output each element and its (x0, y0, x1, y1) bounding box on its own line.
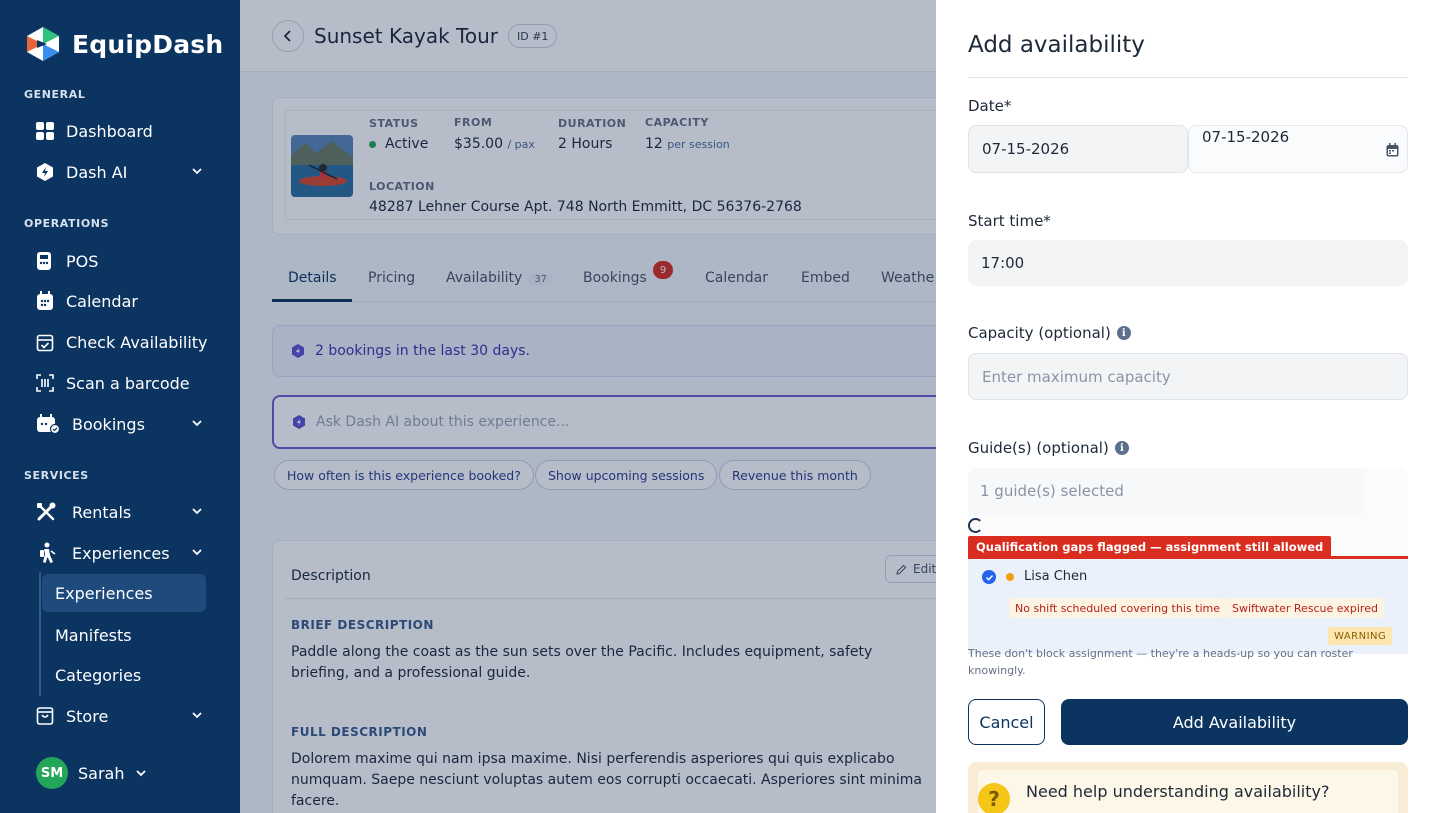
chevron-down-icon (192, 508, 202, 515)
loading-spinner-icon (968, 518, 983, 533)
nav-experiences[interactable]: Experiences (24, 535, 214, 571)
nav-dash-ai[interactable]: Dash AI (24, 154, 214, 190)
chevron-down-icon (192, 420, 202, 427)
start-time-label: Start time* (968, 212, 1051, 230)
date-label-text: Date* (968, 97, 1012, 115)
info-icon[interactable]: i (1114, 441, 1129, 455)
chevron-down-icon (192, 168, 202, 175)
user-menu[interactable]: SM Sarah (36, 757, 148, 789)
start-time-input[interactable]: 17:00 (968, 240, 1408, 286)
guides-label-text: Guide(s) (optional) (968, 439, 1109, 457)
guides-select: 1 guide(s) selected Qualification gaps f… (968, 468, 1408, 654)
calendar-check-icon (36, 331, 64, 353)
nav-rentals-label: Rentals (72, 502, 132, 522)
sub-nav-manifests[interactable]: Manifests (42, 616, 206, 654)
date-picker-value: 07-15-2026 (1202, 130, 1290, 144)
nav-calendar[interactable]: Calendar (24, 283, 214, 319)
hiker-icon (36, 542, 70, 564)
nav-bookings[interactable]: Bookings (24, 406, 214, 442)
gap-help-note: These don't block assignment — they're a… (968, 648, 1408, 682)
capacity-input[interactable]: Enter maximum capacity (968, 353, 1408, 400)
start-time-label-text: Start time* (968, 212, 1051, 230)
avatar: SM (36, 757, 68, 789)
user-name: Sarah (78, 763, 125, 783)
section-label-general: GENERAL (24, 88, 86, 101)
gap-help-line-1: These don't block assignment — they're a… (968, 648, 1353, 660)
brand-name: EquipDash (72, 29, 224, 59)
question-icon: ? (978, 783, 1010, 813)
barcode-scan-icon (36, 372, 64, 394)
warning-dot (1006, 573, 1014, 581)
guides-select-input[interactable]: 1 guide(s) selected (968, 468, 1363, 514)
brand[interactable]: EquipDash (24, 26, 223, 62)
sub-nav-categories[interactable]: Categories (42, 656, 206, 694)
capacity-label-text: Capacity (optional) (968, 324, 1111, 342)
panel-title: Add availability (968, 32, 1145, 58)
calendar-icon (36, 290, 64, 312)
checkbox-checked-icon[interactable] (982, 570, 996, 584)
help-card-title: Need help understanding availability? (1026, 782, 1330, 801)
equipdash-logo-icon (27, 27, 59, 61)
submenu-line (39, 572, 41, 696)
qualification-gap-banner: Qualification gaps flagged — assignment … (968, 536, 1332, 557)
panel-divider (968, 77, 1408, 78)
sidebar: EquipDash GENERAL Dashboard Dash AI OPER… (0, 0, 240, 813)
nav-dashboard[interactable]: Dashboard (24, 113, 214, 149)
nav-pos[interactable]: POS (24, 243, 214, 279)
add-availability-button[interactable]: Add Availability (1061, 699, 1408, 745)
gap-help-line-2: knowingly. (968, 664, 1026, 677)
guide-name: Lisa Chen (1024, 569, 1088, 584)
nav-pos-label: POS (66, 251, 99, 271)
gap-chip-no-shift: No shift scheduled covering this time (1009, 598, 1226, 618)
nav-check-availability[interactable]: Check Availability (24, 324, 214, 360)
warning-tag: WARNING (1328, 627, 1393, 645)
nav-dash-ai-label: Dash AI (66, 162, 128, 182)
add-availability-panel: Add availability Date* 07-15-2026 07-15-… (936, 0, 1440, 813)
calendar-icon[interactable] (1386, 143, 1399, 157)
tools-icon (36, 501, 70, 523)
shopping-bag-icon (36, 705, 64, 727)
section-label-operations: OPERATIONS (24, 217, 110, 230)
ai-hexagon-icon (36, 161, 64, 183)
nav-scan-barcode-label: Scan a barcode (66, 373, 190, 393)
chevron-down-icon (192, 712, 202, 719)
bookings-calendar-icon (36, 413, 70, 435)
nav-check-availability-label: Check Availability (66, 332, 208, 352)
nav-calendar-label: Calendar (66, 291, 138, 311)
nav-bookings-label: Bookings (72, 414, 145, 434)
nav-store-label: Store (66, 706, 109, 726)
pos-terminal-icon (36, 250, 64, 272)
section-label-services: SERVICES (24, 469, 89, 482)
sub-nav-experiences[interactable]: Experiences (42, 574, 206, 612)
cancel-button[interactable]: Cancel (968, 699, 1045, 745)
modal-backdrop[interactable] (240, 0, 936, 813)
date-input[interactable]: 07-15-2026 (968, 125, 1188, 173)
grid-icon (36, 120, 64, 142)
nav-experiences-label: Experiences (72, 543, 170, 563)
gap-chip-swiftwater-rescue: Swiftwater Rescue expired (1226, 598, 1384, 618)
chevron-down-icon (136, 770, 147, 777)
info-icon[interactable]: i (1116, 326, 1131, 340)
date-picker-input[interactable]: 07-15-2026 (1188, 125, 1408, 173)
guides-label: Guide(s) (optional) i (968, 439, 1129, 457)
help-card[interactable]: ? Need help understanding availability? (968, 762, 1408, 813)
date-label: Date* (968, 97, 1011, 115)
capacity-label: Capacity (optional) i (968, 324, 1131, 342)
nav-rentals[interactable]: Rentals (24, 494, 214, 530)
nav-store[interactable]: Store (24, 698, 214, 734)
chevron-down-icon (192, 549, 202, 556)
nav-dashboard-label: Dashboard (66, 121, 153, 141)
nav-scan-barcode[interactable]: Scan a barcode (24, 365, 214, 401)
